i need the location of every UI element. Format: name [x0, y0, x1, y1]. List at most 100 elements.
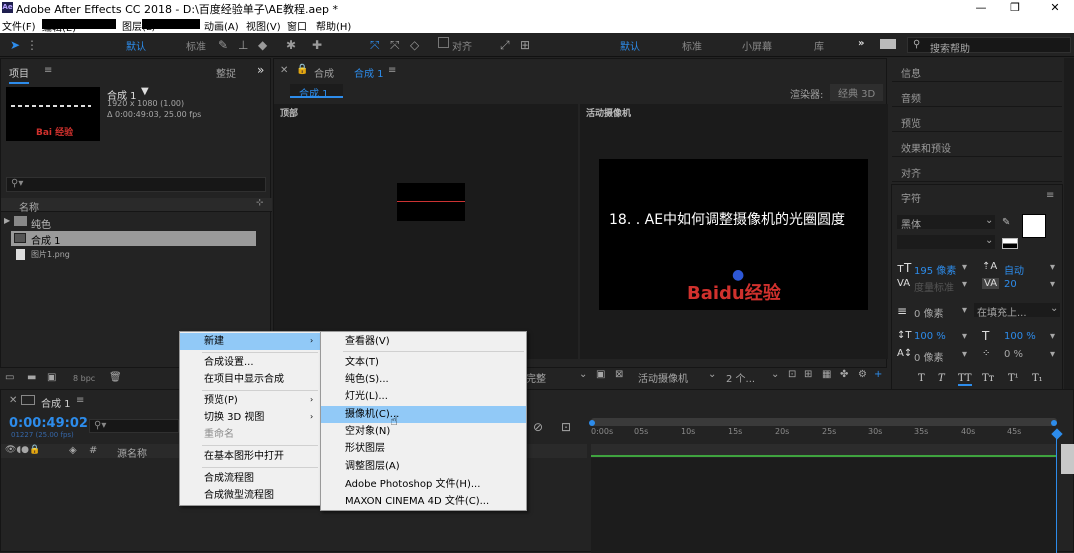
camera-dropdown-icon[interactable]: ⌄ [708, 369, 716, 380]
submenu-solid[interactable]: 纯色(S)... [321, 371, 526, 388]
layer-track-area[interactable] [591, 458, 1057, 553]
ws-small-screen[interactable]: 小屏幕 [742, 38, 772, 53]
views-dropdown-icon[interactable]: ⌄ [771, 369, 779, 380]
timeline-zoom-control[interactable] [1061, 444, 1074, 474]
info-panel[interactable]: 信息 [892, 58, 1062, 82]
expand-icon[interactable]: ▶ [4, 216, 10, 225]
comp-flowchart-icon[interactable]: ▦ [822, 369, 831, 380]
eraser-icon[interactable]: ◆ [258, 38, 267, 52]
minimize-button[interactable]: — [966, 0, 996, 16]
leading-value[interactable]: 自动 [1004, 262, 1024, 277]
exposure-icon[interactable]: + [874, 369, 882, 380]
tab-menu-icon[interactable]: ≡ [76, 395, 84, 406]
align-checkbox[interactable] [438, 37, 449, 48]
menu-item-comp-flowchart[interactable]: 合成流程图 [180, 470, 320, 487]
submenu-light[interactable]: 灯光(L)... [321, 388, 526, 405]
comp-panel-tab[interactable]: 合成 [314, 65, 334, 80]
menu-item-comp-settings[interactable]: 合成设置... [180, 354, 320, 371]
vertical-scale-value[interactable]: 100 % [914, 331, 946, 342]
hand-tool-icon[interactable]: ⋮ [26, 38, 38, 52]
playhead-line[interactable] [1056, 438, 1057, 553]
baseline-shift-value[interactable]: 0 像素 [914, 349, 944, 364]
superscript-button[interactable]: T¹ [1008, 373, 1019, 384]
font-style-select[interactable]: ⌄ [897, 235, 995, 249]
color-toggle[interactable] [1002, 238, 1018, 249]
submenu-shape-layer[interactable]: 形状图层 [321, 440, 526, 457]
menu-help[interactable]: 帮助(H) [316, 18, 351, 33]
menu-item-new[interactable]: 新建 [180, 333, 320, 350]
playhead-handle[interactable] [1051, 428, 1063, 440]
roto-brush-icon[interactable]: ✱ [286, 38, 296, 52]
project-tab-menu-icon[interactable]: ≡ [44, 65, 52, 76]
align-panel[interactable]: 对齐 [892, 158, 1062, 182]
submenu-photoshop-file[interactable]: Adobe Photoshop 文件(H)... [321, 476, 526, 493]
menu-item-open-essential-graphics[interactable]: 在基本图形中打开 [180, 448, 320, 465]
effects-presets-panel[interactable]: 效果和预设 [892, 133, 1062, 157]
small-caps-button[interactable]: Tт [982, 373, 994, 384]
tsume-value[interactable]: 0 % [1004, 349, 1023, 360]
close-button[interactable]: ✕ [1040, 0, 1070, 16]
new-comp-icon[interactable]: ▣ [47, 372, 56, 383]
faux-italic-button[interactable]: T [938, 373, 945, 384]
views-select[interactable]: 2 个... [726, 370, 755, 385]
interpret-footage-icon[interactable]: ▭ [5, 372, 14, 383]
selection-tool-icon[interactable]: ➤ [10, 38, 20, 52]
motion-blur-icon[interactable]: ⊘ [533, 420, 543, 434]
font-family-select[interactable]: 黑体 ⌄ [897, 215, 995, 231]
timeline-comp-tab[interactable]: 合成 1 [41, 395, 71, 410]
renderer-value[interactable]: 经典 3D [830, 84, 884, 101]
work-area-start-handle[interactable] [589, 420, 595, 426]
project-tab[interactable]: 项目 [9, 65, 29, 84]
list-item[interactable]: ▶ 纯色 [1, 215, 256, 231]
av-switches-icon[interactable]: 👁◖●🔒 [5, 445, 40, 455]
project-tab2[interactable]: 整捉 [216, 65, 236, 80]
audio-panel[interactable]: 音频 [892, 83, 1062, 107]
all-caps-button[interactable]: TT [958, 373, 972, 386]
menu-item-reveal-in-project[interactable]: 在项目中显示合成 [180, 371, 320, 388]
graph-editor-icon[interactable]: ⊡ [561, 420, 571, 434]
local-axis-icon[interactable]: ⤧ [370, 38, 380, 53]
panel-menu-icon[interactable]: ≡ [1046, 190, 1054, 201]
submenu-camera[interactable]: 摄像机(C)... [321, 406, 526, 423]
right-scrollbar[interactable] [1064, 58, 1074, 392]
eyedropper-icon[interactable]: ✎ [1002, 217, 1010, 228]
work-area-end-handle[interactable] [1051, 420, 1057, 426]
tracking-value[interactable]: 20 [1004, 279, 1017, 290]
world-axis-icon[interactable]: ⤧ [390, 38, 400, 53]
submenu-cinema4d-file[interactable]: MAXON CINEMA 4D 文件(C)... [321, 493, 526, 510]
submenu-text[interactable]: 文本(T) [321, 354, 526, 371]
workspace-standard[interactable]: 标准 [186, 38, 206, 53]
flowchart-icon[interactable]: ⊹ [256, 198, 264, 208]
comp-breadcrumb[interactable]: 合成 1 [290, 84, 343, 100]
viewer-top[interactable]: 顶部 [274, 104, 578, 359]
ws-default[interactable]: 默认 [620, 38, 640, 53]
region-icon[interactable]: ▣ [596, 369, 605, 380]
label-icon[interactable]: ◈ [69, 445, 77, 456]
trash-icon[interactable]: 🗑 [109, 372, 122, 383]
fill-color-swatch[interactable] [1022, 214, 1046, 238]
grid-snap-icon[interactable]: ⊞ [520, 38, 530, 52]
kerning-value[interactable]: 度量标准 [914, 279, 954, 294]
col-source-name[interactable]: 源名称 [117, 445, 147, 460]
faux-bold-button[interactable]: T [918, 373, 925, 384]
view-axis-icon[interactable]: ◇ [410, 38, 419, 52]
snap-icon[interactable]: ⤢ [500, 38, 510, 53]
ws-standard[interactable]: 标准 [682, 38, 702, 53]
brush-tool-icon[interactable]: ✎ [218, 38, 228, 52]
horizontal-scale-value[interactable]: 100 % [1004, 331, 1036, 342]
tab-menu-icon[interactable]: ≡ [388, 65, 396, 76]
viewer-active-camera[interactable]: 活动摄像机 18. . AE中如何调整摄像机的光圈圆度 Baidu经验 ● [580, 104, 888, 359]
comp-dropdown-icon[interactable]: ▼ [141, 86, 149, 97]
stroke-fill-select[interactable]: 在填充上... ⌄ [974, 303, 1060, 319]
menu-view[interactable]: 视图(V) [246, 18, 281, 33]
transparency-grid-icon[interactable]: ⊠ [615, 369, 623, 380]
submenu-adjustment-layer[interactable]: 调整图层(A) [321, 458, 526, 475]
list-item[interactable]: 图片1.png [11, 248, 256, 263]
col-name[interactable]: 名称 [19, 199, 39, 214]
list-item-selected[interactable]: 合成 1 [11, 231, 256, 247]
clone-stamp-icon[interactable]: ⊥ [238, 38, 248, 52]
resolution-dropdown-icon[interactable]: ⌄ [579, 369, 587, 380]
lock-icon[interactable]: 🔒 [296, 64, 308, 75]
menu-file[interactable]: 文件(F) [2, 18, 36, 33]
fast-preview-icon[interactable]: ⊡ [788, 369, 796, 380]
